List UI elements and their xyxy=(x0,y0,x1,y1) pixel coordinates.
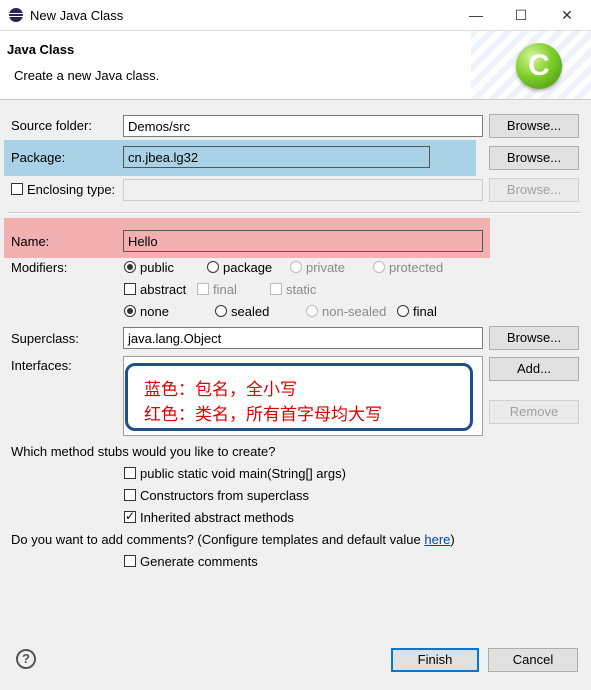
enclosing-type-checkbox[interactable] xyxy=(11,183,23,195)
source-folder-browse-button[interactable]: Browse... xyxy=(489,114,579,138)
sealed-label: sealed xyxy=(231,304,270,319)
method-stubs-question: Which method stubs would you like to cre… xyxy=(11,444,276,459)
generate-comments-label: Generate comments xyxy=(140,554,258,569)
eclipse-icon xyxy=(9,8,23,22)
constructors-label: Constructors from superclass xyxy=(140,488,310,503)
wizard-banner: Java Class Create a new Java class. C xyxy=(0,31,591,100)
package-browse-button[interactable]: Browse... xyxy=(489,146,579,170)
final-label: final xyxy=(213,282,237,297)
abstract-label: abstract xyxy=(140,282,187,297)
package-radio-label: package xyxy=(223,260,273,275)
annotation-callout: 蓝色：包名，全小写 红色：类名，所有首字母均大写 xyxy=(125,363,473,431)
window-title: New Java Class xyxy=(30,8,124,23)
public-label: public xyxy=(140,260,174,275)
enclosing-type-input[interactable] xyxy=(123,179,483,201)
sealed-radio[interactable] xyxy=(215,305,227,317)
package-input[interactable]: cn.jbea.lg32 xyxy=(123,146,430,168)
help-icon[interactable]: ? xyxy=(16,649,36,669)
name-input[interactable]: Hello xyxy=(123,230,483,252)
inherited-methods-label: Inherited abstract methods xyxy=(140,510,294,525)
generate-comments-checkbox[interactable] xyxy=(124,555,136,567)
private-label: private xyxy=(306,260,346,275)
non-sealed-radio[interactable] xyxy=(306,305,318,317)
enclosing-type-label: Enclosing type: xyxy=(27,182,116,197)
templates-link[interactable]: here xyxy=(424,532,450,547)
enclosing-type-browse-button[interactable]: Browse... xyxy=(489,178,579,202)
superclass-browse-button[interactable]: Browse... xyxy=(489,326,579,350)
public-radio[interactable] xyxy=(124,261,136,273)
superclass-input[interactable]: java.lang.Object xyxy=(123,327,483,349)
inherited-methods-checkbox[interactable] xyxy=(124,509,136,523)
protected-label: protected xyxy=(389,260,444,275)
minimize-button[interactable]: — xyxy=(453,0,499,30)
banner-heading: Java Class xyxy=(7,42,75,57)
final-checkbox[interactable] xyxy=(197,283,209,295)
static-label: static xyxy=(286,282,317,297)
remove-interface-button[interactable]: Remove xyxy=(489,400,579,424)
abstract-checkbox[interactable] xyxy=(124,283,136,295)
interfaces-label: Interfaces: xyxy=(11,358,72,373)
non-sealed-label: non-sealed xyxy=(322,304,387,319)
source-folder-input[interactable]: Demos/src xyxy=(123,115,483,137)
package-label: Package: xyxy=(11,150,66,165)
title-bar: New Java Class — ☐ ✕ xyxy=(0,0,591,31)
java-class-icon: C xyxy=(516,43,562,89)
maximize-button[interactable]: ☐ xyxy=(498,0,544,30)
annotation-line-red: 红色：类名，所有首字母均大写 xyxy=(144,405,382,425)
final-sealing-label: final xyxy=(413,304,437,319)
constructors-checkbox[interactable] xyxy=(124,489,136,501)
package-radio[interactable] xyxy=(207,261,219,273)
static-checkbox[interactable] xyxy=(270,283,282,295)
finish-button[interactable]: Finish xyxy=(391,648,479,672)
comments-question: Do you want to add comments? (Configure … xyxy=(11,532,455,547)
protected-radio[interactable] xyxy=(373,261,385,273)
none-radio[interactable] xyxy=(124,305,136,317)
private-radio[interactable] xyxy=(290,261,302,273)
superclass-label: Superclass: xyxy=(11,331,79,346)
main-method-label: public static void main(String[] args) xyxy=(140,466,346,481)
separator xyxy=(8,212,580,214)
annotation-line-blue: 蓝色：包名，全小写 xyxy=(144,380,297,400)
add-interface-button[interactable]: Add... xyxy=(489,357,579,381)
none-label: none xyxy=(140,304,169,319)
cancel-button[interactable]: Cancel xyxy=(488,648,578,672)
name-label: Name: xyxy=(11,234,50,249)
main-method-checkbox[interactable] xyxy=(124,467,136,479)
final-sealing-radio[interactable] xyxy=(397,305,409,317)
modifiers-label: Modifiers: xyxy=(11,260,68,275)
banner-description: Create a new Java class. xyxy=(14,68,160,83)
close-button[interactable]: ✕ xyxy=(544,0,590,30)
source-folder-label: Source folder: xyxy=(11,118,92,133)
